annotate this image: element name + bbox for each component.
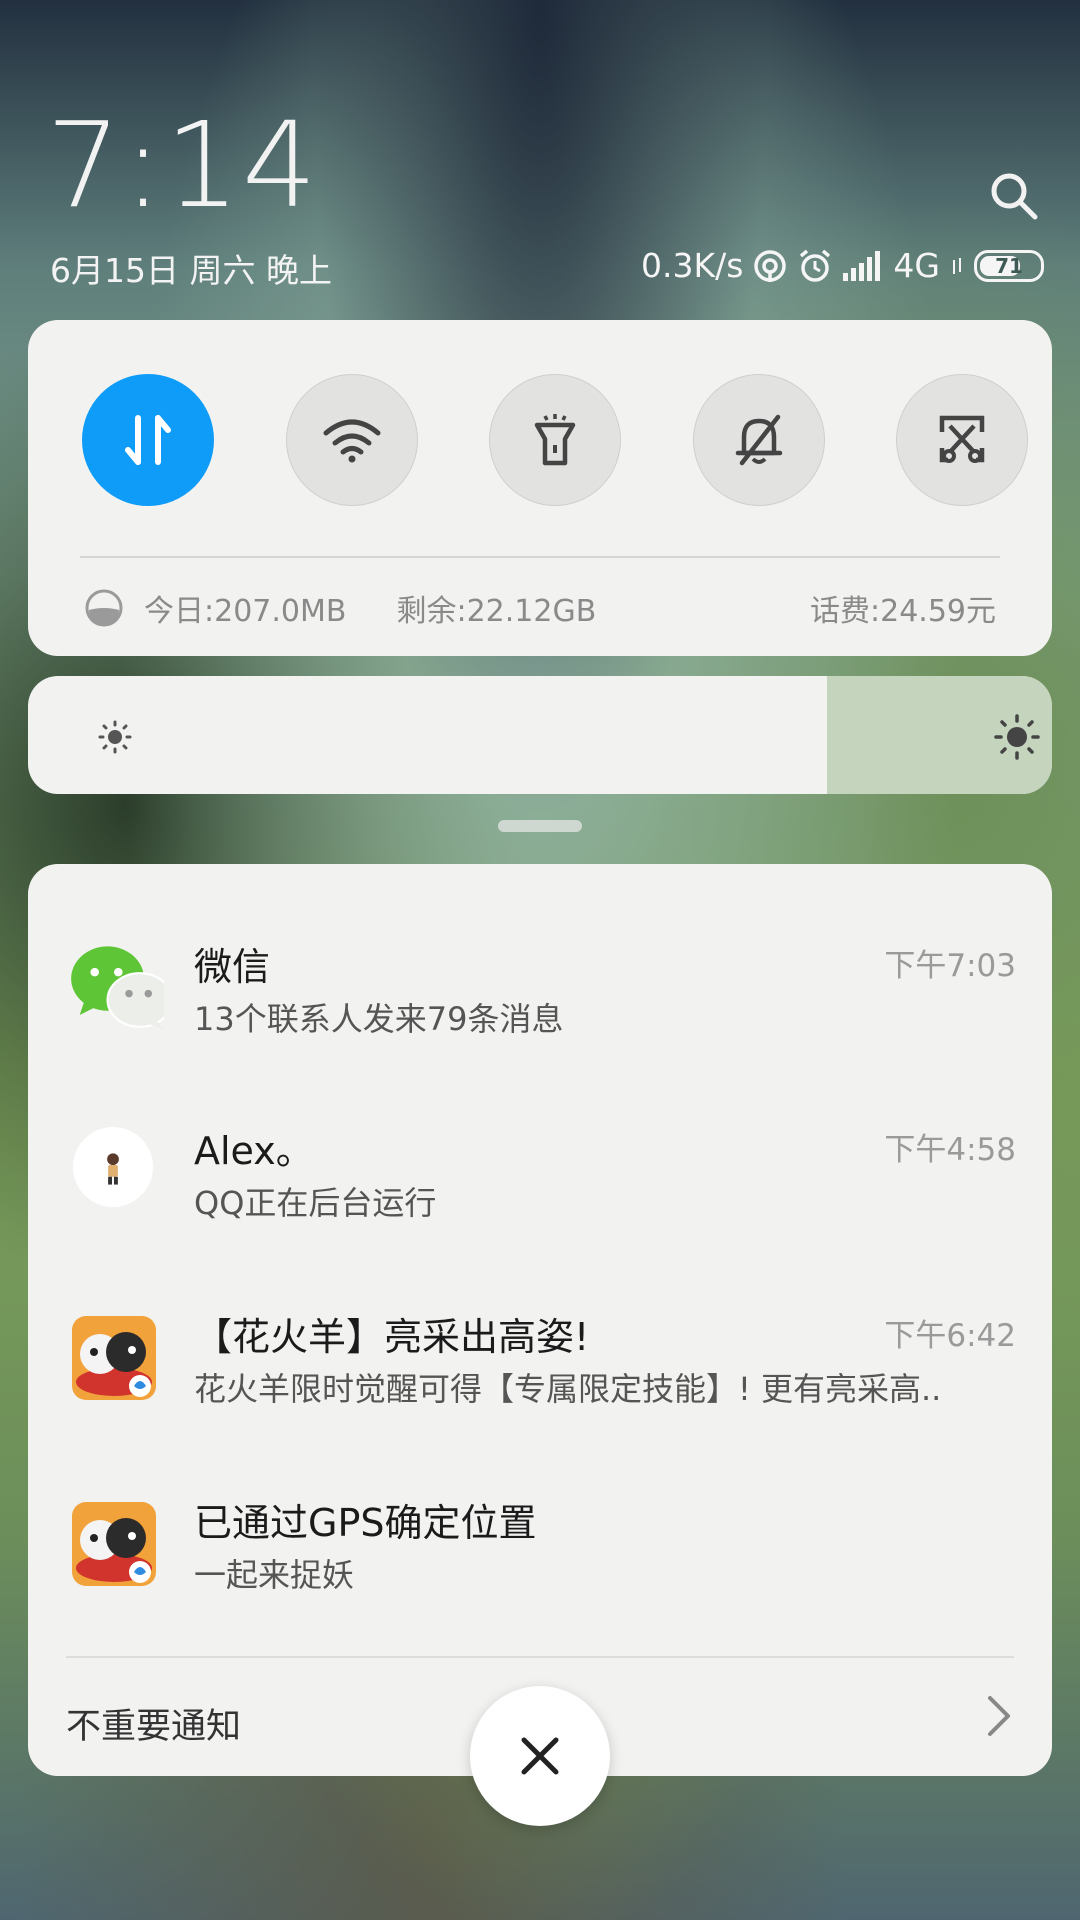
toggle-flashlight[interactable] <box>489 374 621 506</box>
notification-title: 微信 <box>194 945 271 989</box>
signal-icon <box>843 250 881 281</box>
notification-text: 花火羊限时觉醒可得【专属限定技能】! 更有亮采高.. <box>194 1370 942 1408</box>
notification-list: 微信 13个联系人发来79条消息 下午7:03 Alex。 QQ正在后台运行 下… <box>28 864 1052 1776</box>
toggles-divider <box>80 556 1000 558</box>
brightness-low-icon <box>98 720 132 754</box>
close-icon <box>521 1737 559 1775</box>
game-app-icon <box>72 1316 156 1400</box>
hotspot-icon <box>754 249 787 282</box>
data-transfer-icon <box>125 415 171 465</box>
search-icon[interactable] <box>988 170 1040 222</box>
data-today: 今日:207.0MB <box>144 594 347 629</box>
notification-game-promo[interactable]: 【花火羊】亮采出高姿! 花火羊限时觉醒可得【专属限定技能】! 更有亮采高.. 下… <box>28 1298 1052 1458</box>
data-usage-row[interactable]: 今日:207.0MB 剩余:22.12GB 话费:24.59元 <box>84 586 996 630</box>
notification-title: Alex。 <box>194 1129 314 1173</box>
qq-avatar-icon <box>72 1126 154 1208</box>
battery-icon: 71 <box>974 249 1044 282</box>
notification-gps[interactable]: 已通过GPS确定位置 一起来捉妖 <box>28 1484 1052 1644</box>
notification-title: 【花火羊】亮采出高姿! <box>194 1315 590 1359</box>
notification-text: 13个联系人发来79条消息 <box>194 1000 564 1038</box>
status-bar: 0.3K/s 4G 71 <box>641 246 1044 285</box>
data-remaining: 剩余:22.12GB <box>396 594 597 629</box>
notification-time: 下午7:03 <box>884 948 1016 984</box>
screenshot-scissors-icon <box>939 415 985 463</box>
toggle-screenshot[interactable] <box>896 374 1028 506</box>
clear-all-button[interactable] <box>470 1686 610 1826</box>
notification-time: 下午4:58 <box>884 1132 1016 1168</box>
data-usage-icon <box>85 589 123 627</box>
battery-level: 71 <box>995 253 1023 278</box>
net-speed: 0.3K/s <box>640 246 744 285</box>
wechat-icon <box>71 946 164 1030</box>
notification-divider <box>66 1656 1014 1658</box>
notification-qq[interactable]: Alex。 QQ正在后台运行 下午4:58 <box>28 1112 1052 1272</box>
quick-settings-panel: 今日:207.0MB 剩余:22.12GB 话费:24.59元 <box>28 320 1052 656</box>
toggle-mobile-data[interactable] <box>82 374 214 506</box>
lockscreen-clock: 7:14 <box>46 96 319 234</box>
chevron-right-icon[interactable] <box>984 1692 1014 1740</box>
data-arrows-icon <box>953 257 961 274</box>
brightness-high-icon <box>994 714 1040 760</box>
notification-text: 一起来捉妖 <box>194 1556 355 1594</box>
toggle-mute[interactable] <box>692 374 825 506</box>
notification-wechat[interactable]: 微信 13个联系人发来79条消息 下午7:03 <box>28 928 1052 1088</box>
phone-balance: 话费:24.59元 <box>810 594 996 629</box>
drag-handle[interactable] <box>498 820 582 832</box>
alarm-icon <box>800 249 831 282</box>
notification-title: 已通过GPS确定位置 <box>194 1501 537 1545</box>
network-type: 4G <box>893 246 940 285</box>
bell-off-icon <box>735 414 782 466</box>
notification-text: QQ正在后台运行 <box>194 1184 437 1222</box>
flashlight-icon <box>534 414 576 466</box>
wifi-icon <box>323 419 380 463</box>
lockscreen-date: 6月15日 周六 晚上 <box>50 251 332 290</box>
notification-time: 下午6:42 <box>884 1318 1016 1354</box>
brightness-slider[interactable] <box>28 676 1052 794</box>
toggle-wifi[interactable] <box>285 374 418 506</box>
game-app-icon <box>72 1502 156 1586</box>
unimportant-notifications-link[interactable]: 不重要通知 <box>66 1698 241 1749</box>
